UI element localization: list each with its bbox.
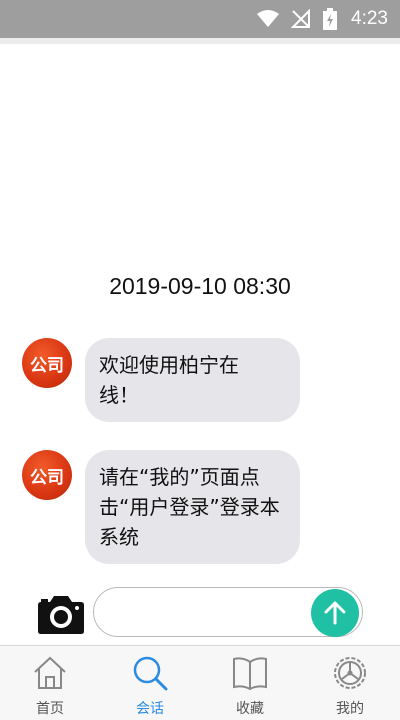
status-bar: 4:23 (0, 0, 400, 38)
message-line: 欢迎使用柏宁在 (99, 353, 239, 377)
nav-label: 首页 (36, 701, 64, 717)
chat-timestamp: 2019-09-10 08:30 (109, 273, 291, 299)
nav-label: 收藏 (236, 701, 264, 717)
input-bar (0, 583, 400, 645)
message-bubble[interactable]: 欢迎使用柏宁在 线！ (85, 338, 300, 422)
send-button[interactable] (311, 589, 359, 637)
status-time: 4:23 (351, 8, 388, 29)
chat-area[interactable]: 2019-09-10 08:30 公司 欢迎使用柏宁在 线！ 公司 请在“我的”… (0, 44, 400, 574)
battery-charging-icon (323, 8, 338, 30)
message-line: 请在“我的”页面点 (99, 465, 260, 489)
settings-icon (334, 657, 366, 689)
message-line: 系统 (99, 525, 139, 549)
nav-item-favorites[interactable]: 收藏 (200, 646, 300, 720)
nav-item-mine[interactable]: 我的 (300, 646, 400, 720)
message-line: 线！ (99, 383, 139, 407)
nav-label: 我的 (336, 701, 364, 717)
search-icon (133, 656, 168, 691)
camera-icon[interactable] (36, 595, 86, 635)
arrow-up-icon (324, 601, 346, 625)
book-icon (233, 657, 267, 691)
message-bubble[interactable]: 请在“我的”页面点 击“用户登录”登录本 系统 (85, 450, 300, 564)
status-icons: 4:23 (257, 0, 388, 38)
message-line: 击“用户登录”登录本 (99, 495, 280, 519)
nav-label: 会话 (136, 701, 164, 717)
sender-avatar[interactable]: 公司 (22, 338, 72, 388)
nav-item-chat[interactable]: 会话 (100, 646, 200, 720)
nav-item-home[interactable]: 首页 (0, 646, 100, 720)
sender-avatar[interactable]: 公司 (22, 450, 72, 500)
bottom-nav: 首页 会话 收藏 我的 (0, 645, 400, 720)
home-icon (34, 656, 66, 689)
no-signal-icon (291, 9, 311, 28)
wifi-icon (257, 10, 280, 27)
